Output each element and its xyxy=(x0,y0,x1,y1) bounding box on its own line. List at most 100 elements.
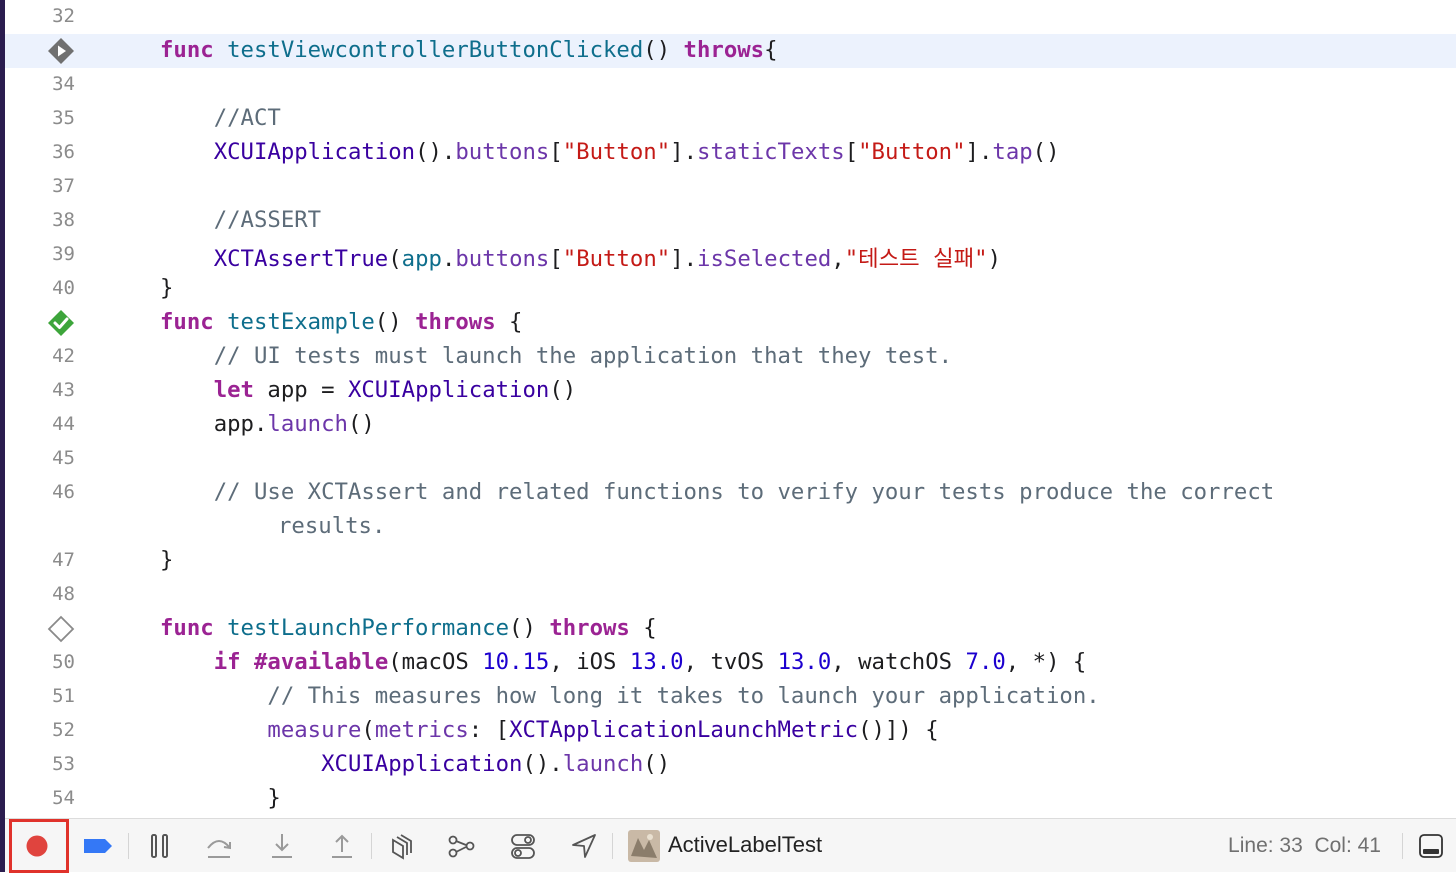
code-token: func xyxy=(160,309,228,335)
code-text[interactable]: results. xyxy=(278,513,385,539)
breakpoint-record-icon[interactable] xyxy=(23,831,51,861)
line-number[interactable]: 39 xyxy=(5,243,75,265)
code-text[interactable]: XCTAssertTrue(app.buttons["Button"].isSe… xyxy=(160,241,1001,273)
pause-icon[interactable] xyxy=(147,831,173,861)
code-line[interactable]: 43 let app = XCUIApplication() xyxy=(5,374,1456,408)
code-line[interactable]: 38 //ASSERT xyxy=(5,204,1456,238)
breakpoints-toggle-icon[interactable] xyxy=(81,831,115,861)
code-line[interactable]: func testExample() throws { xyxy=(5,306,1456,340)
code-line[interactable]: 42 // UI tests must launch the applicati… xyxy=(5,340,1456,374)
line-number[interactable]: 34 xyxy=(5,73,75,95)
code-token: ( xyxy=(388,246,402,272)
line-number[interactable]: 44 xyxy=(5,413,75,435)
code-text[interactable]: let app = XCUIApplication() xyxy=(160,377,576,403)
test-diamond-run-icon[interactable] xyxy=(47,37,75,65)
code-line[interactable]: 50 if #available(macOS 10.15, iOS 13.0, … xyxy=(5,646,1456,680)
line-number[interactable]: 40 xyxy=(5,277,75,299)
test-passed-icon[interactable] xyxy=(47,309,75,337)
code-text[interactable]: func testLaunchPerformance() throws { xyxy=(160,615,657,641)
code-line[interactable]: 37 xyxy=(5,170,1456,204)
code-text[interactable]: XCUIApplication().buttons["Button"].stat… xyxy=(160,139,1060,165)
code-line[interactable]: 53 XCUIApplication().launch() xyxy=(5,748,1456,782)
code-line[interactable]: 54 } xyxy=(5,782,1456,816)
code-token: results. xyxy=(278,513,386,539)
line-number[interactable]: 46 xyxy=(5,481,75,503)
scheme-target-name[interactable]: ActiveLabelTest xyxy=(668,832,822,858)
code-line[interactable]: 32 xyxy=(5,0,1456,34)
app-icon xyxy=(627,830,661,862)
line-number[interactable]: 47 xyxy=(5,549,75,571)
code-token: launch xyxy=(562,751,644,777)
code-text[interactable]: // This measures how long it takes to la… xyxy=(160,683,1099,709)
code-line[interactable]: results. xyxy=(5,510,1456,544)
code-token: "Button" xyxy=(562,139,671,165)
step-over-icon[interactable] xyxy=(203,831,235,861)
code-token: //ASSERT xyxy=(160,207,322,233)
memory-graph-icon[interactable] xyxy=(446,831,478,861)
view-hierarchy-icon[interactable] xyxy=(388,831,418,861)
code-token: "Button" xyxy=(562,246,671,272)
code-line[interactable]: 36 XCUIApplication().buttons["Button"].s… xyxy=(5,136,1456,170)
code-text[interactable]: app.launch() xyxy=(160,411,375,437)
step-into-icon[interactable] xyxy=(267,831,297,861)
code-line[interactable]: 35 //ACT xyxy=(5,102,1456,136)
code-text[interactable]: } xyxy=(160,785,280,811)
line-number[interactable]: 53 xyxy=(5,753,75,775)
code-token: let xyxy=(213,377,254,403)
code-token: { xyxy=(495,309,523,335)
step-out-icon[interactable] xyxy=(327,831,357,861)
code-text[interactable]: // Use XCTAssert and related functions t… xyxy=(160,479,1275,505)
code-token: : [ xyxy=(468,717,510,743)
code-line[interactable]: 47} xyxy=(5,544,1456,578)
source-editor[interactable]: 32 func testViewcontrollerButtonClicked()… xyxy=(5,0,1456,818)
line-number[interactable]: 38 xyxy=(5,209,75,231)
line-number[interactable]: 54 xyxy=(5,787,75,809)
code-line[interactable]: 44 app.launch() xyxy=(5,408,1456,442)
code-line[interactable]: 40} xyxy=(5,272,1456,306)
code-line[interactable]: 45 xyxy=(5,442,1456,476)
simulate-location-icon[interactable] xyxy=(569,831,599,861)
code-line[interactable]: 48 xyxy=(5,578,1456,612)
line-number[interactable]: 43 xyxy=(5,379,75,401)
code-line[interactable]: 51 // This measures how long it takes to… xyxy=(5,680,1456,714)
code-text[interactable]: func testExample() throws { xyxy=(160,309,522,335)
code-line[interactable]: func testLaunchPerformance() throws { xyxy=(5,612,1456,646)
code-text[interactable]: } xyxy=(160,547,173,573)
code-text[interactable]: // UI tests must launch the application … xyxy=(160,343,952,369)
code-text[interactable]: //ASSERT xyxy=(160,207,321,233)
code-text[interactable]: //ACT xyxy=(160,105,281,131)
code-text[interactable]: if #available(macOS 10.15, iOS 13.0, tvO… xyxy=(160,649,1087,675)
code-text[interactable]: XCUIApplication().launch() xyxy=(160,751,670,777)
code-token: , *) { xyxy=(1005,649,1087,675)
line-number[interactable]: 37 xyxy=(5,175,75,197)
environment-overrides-icon[interactable] xyxy=(508,831,538,861)
code-line[interactable]: 39 XCTAssertTrue(app.buttons["Button"].i… xyxy=(5,238,1456,272)
code-token: 13.0 xyxy=(629,649,684,675)
code-line[interactable]: func testViewcontrollerButtonClicked() t… xyxy=(5,34,1456,68)
code-text[interactable]: measure(metrics: [XCTApplicationLaunchMe… xyxy=(160,717,938,743)
cursor-position: Line: 33 Col: 41 xyxy=(1228,834,1381,858)
line-number[interactable]: 35 xyxy=(5,107,75,129)
line-number[interactable]: 45 xyxy=(5,447,75,469)
code-token: XCTApplicationLaunchMetric xyxy=(509,717,859,743)
code-token: XCUIApplication xyxy=(347,377,550,403)
line-number[interactable]: 36 xyxy=(5,141,75,163)
line-number[interactable]: 42 xyxy=(5,345,75,367)
code-line[interactable]: 52 measure(metrics: [XCTApplicationLaunc… xyxy=(5,714,1456,748)
code-line[interactable]: 46 // Use XCTAssert and related function… xyxy=(5,476,1456,510)
hide-debug-area-icon[interactable] xyxy=(1416,831,1446,861)
code-text[interactable]: func testViewcontrollerButtonClicked() t… xyxy=(160,37,778,63)
test-diamond-icon[interactable] xyxy=(47,615,75,643)
code-line[interactable]: 34 xyxy=(5,68,1456,102)
code-text[interactable]: } xyxy=(160,275,173,301)
line-number[interactable]: 51 xyxy=(5,685,75,707)
line-number[interactable]: 50 xyxy=(5,651,75,673)
line-number[interactable]: 52 xyxy=(5,719,75,741)
line-number[interactable]: 48 xyxy=(5,583,75,605)
line-number[interactable]: 32 xyxy=(5,5,75,27)
code-token: XCUIApplication xyxy=(213,139,416,165)
code-token: { xyxy=(629,615,657,641)
